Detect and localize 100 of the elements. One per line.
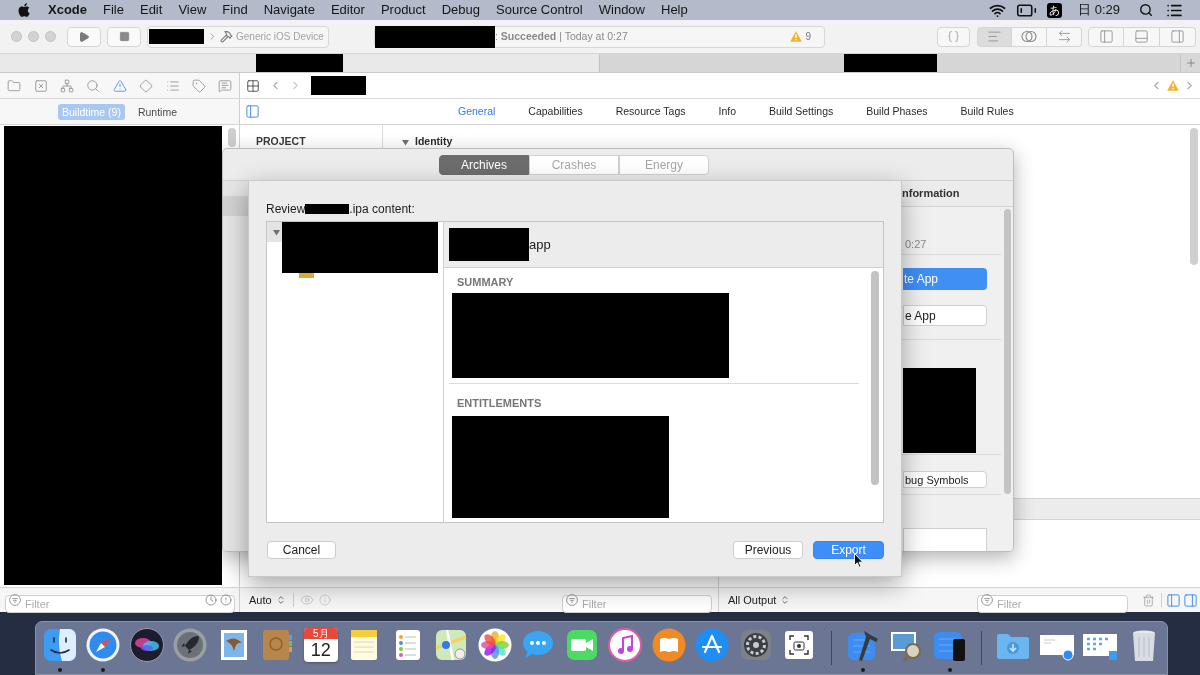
disclosure-triangle-icon[interactable] bbox=[402, 138, 409, 146]
editor-tab[interactable]: General bbox=[458, 103, 496, 120]
window-tab[interactable] bbox=[0, 54, 600, 72]
stop-button[interactable] bbox=[107, 26, 141, 47]
filter-icon bbox=[981, 594, 993, 606]
scope-tab[interactable]: Runtime bbox=[133, 103, 182, 120]
warning-icon bbox=[790, 31, 803, 42]
warning-count[interactable]: 9 bbox=[805, 29, 811, 44]
rocket-icon[interactable] bbox=[172, 627, 209, 663]
menu-item[interactable]: View bbox=[178, 0, 207, 20]
list-row[interactable] bbox=[223, 196, 249, 216]
scrollbar[interactable] bbox=[871, 271, 879, 485]
inspector-header: nformation bbox=[902, 186, 960, 202]
menu-item[interactable]: File bbox=[103, 0, 124, 20]
prompt-label: .ipa content: bbox=[349, 200, 415, 218]
section-heading: ENTITLEMENTS bbox=[457, 397, 543, 410]
music-note-icon[interactable] bbox=[607, 627, 644, 663]
filter-icon bbox=[9, 594, 21, 606]
menu-item[interactable]: Product bbox=[380, 0, 426, 20]
editor-tab[interactable]: Build Settings bbox=[769, 103, 834, 120]
filter-field[interactable]: Filter bbox=[5, 595, 235, 613]
hierarchy-icon[interactable] bbox=[59, 78, 74, 93]
compass-icon[interactable] bbox=[85, 627, 122, 663]
minimize-button[interactable] bbox=[28, 31, 39, 42]
calendar-month: 5月 bbox=[303, 628, 338, 639]
folder-icon[interactable] bbox=[7, 78, 22, 93]
smiling-face-icon[interactable] bbox=[41, 627, 78, 663]
pencil-brush-icon[interactable] bbox=[694, 627, 731, 663]
right-pane-icon[interactable] bbox=[1183, 592, 1198, 608]
search-icon[interactable] bbox=[1139, 3, 1153, 17]
editor-tab[interactable]: Build Rules bbox=[960, 103, 1014, 120]
speech-bubble-icon[interactable] bbox=[218, 78, 233, 93]
input-source-indicator[interactable]: あ bbox=[1047, 2, 1063, 18]
segment-tab[interactable]: Archives bbox=[439, 154, 529, 175]
dialog-button[interactable]: Cancel bbox=[267, 541, 336, 559]
trash-icon[interactable] bbox=[1142, 593, 1155, 607]
section-title[interactable]: Identity bbox=[415, 134, 453, 150]
filter-field[interactable]: Filter bbox=[562, 595, 712, 613]
panel-toggle-button[interactable] bbox=[1124, 26, 1160, 47]
menu-item[interactable]: Help bbox=[661, 0, 688, 20]
x-square-icon[interactable] bbox=[33, 78, 48, 93]
inspector-button[interactable]: e App bbox=[903, 305, 987, 326]
disclosure-triangle-icon[interactable] bbox=[273, 228, 280, 236]
zoom-button[interactable] bbox=[45, 31, 56, 42]
run-button[interactable] bbox=[67, 26, 101, 47]
info-icon[interactable] bbox=[318, 594, 331, 606]
scrollbar[interactable] bbox=[228, 128, 236, 147]
tree-row[interactable] bbox=[267, 222, 282, 242]
flower-icon[interactable] bbox=[476, 627, 513, 663]
updown-icon bbox=[275, 595, 286, 605]
left-panel-icon bbox=[1098, 29, 1114, 44]
menu-item[interactable]: Xcode bbox=[48, 0, 87, 20]
calendar-icon[interactable]: 5月 12 bbox=[303, 628, 338, 662]
panel-toggle-button[interactable] bbox=[1160, 26, 1196, 47]
editor-tab[interactable]: Resource Tags bbox=[615, 103, 686, 120]
panel-toggle-button[interactable] bbox=[1088, 26, 1124, 47]
swirl-orb-icon[interactable] bbox=[128, 627, 165, 663]
scrollbar[interactable] bbox=[1190, 128, 1198, 265]
plus-icon bbox=[1184, 57, 1197, 69]
menu-item[interactable]: Debug bbox=[441, 0, 481, 20]
dialog-button[interactable]: Previous bbox=[733, 541, 803, 559]
lines-icon bbox=[987, 29, 1002, 44]
diamond-icon[interactable] bbox=[139, 78, 154, 93]
left-pane-icon[interactable] bbox=[1166, 592, 1181, 608]
eye-icon[interactable] bbox=[299, 593, 314, 607]
grid-icon[interactable] bbox=[246, 78, 260, 93]
editor-tab[interactable]: Capabilities bbox=[528, 103, 583, 120]
editor-tab[interactable]: Build Phases bbox=[866, 103, 928, 120]
menu-item[interactable]: Find bbox=[222, 0, 248, 20]
menu-item[interactable]: Navigate bbox=[263, 0, 315, 20]
menu-item[interactable]: Window bbox=[598, 0, 645, 20]
filter-field[interactable]: Filter bbox=[977, 595, 1128, 613]
inspector-button[interactable]: bug Symbols bbox=[903, 471, 987, 488]
bottom-panel-icon bbox=[1134, 29, 1149, 44]
editor-mode-button[interactable] bbox=[977, 26, 1012, 47]
clock-icon[interactable] bbox=[205, 594, 217, 606]
editor-mode-button[interactable] bbox=[1012, 26, 1047, 47]
scope-popup[interactable]: Auto bbox=[249, 591, 286, 609]
warning-icon[interactable] bbox=[112, 78, 127, 93]
menu-item[interactable]: Source Control bbox=[496, 0, 583, 20]
text-area[interactable] bbox=[903, 528, 987, 551]
open-book-icon[interactable] bbox=[650, 627, 687, 663]
output-popup[interactable]: All Output bbox=[728, 591, 791, 609]
stop-icon bbox=[118, 31, 130, 42]
braces-button[interactable] bbox=[937, 26, 970, 47]
tag-icon[interactable] bbox=[191, 78, 206, 93]
sidebar-toggle-icon[interactable] bbox=[245, 104, 260, 119]
close-button[interactable] bbox=[11, 31, 22, 42]
build-status: : Succeeded | Today at 0:27 bbox=[495, 28, 628, 44]
folder-icon bbox=[299, 273, 314, 278]
menu-clock[interactable]: 日 0:29 bbox=[1078, 0, 1120, 20]
apple-icon[interactable] bbox=[18, 3, 30, 17]
right-panel-icon bbox=[1170, 29, 1185, 44]
menu-item[interactable]: Edit bbox=[139, 0, 163, 20]
menu-item[interactable]: Editor bbox=[330, 0, 365, 20]
editor-tab[interactable]: Info bbox=[718, 103, 736, 120]
scrollbar[interactable] bbox=[1004, 209, 1011, 494]
filter-icon bbox=[566, 594, 578, 606]
alert-icon[interactable] bbox=[220, 594, 232, 606]
editor-mode-button[interactable] bbox=[1047, 26, 1082, 47]
